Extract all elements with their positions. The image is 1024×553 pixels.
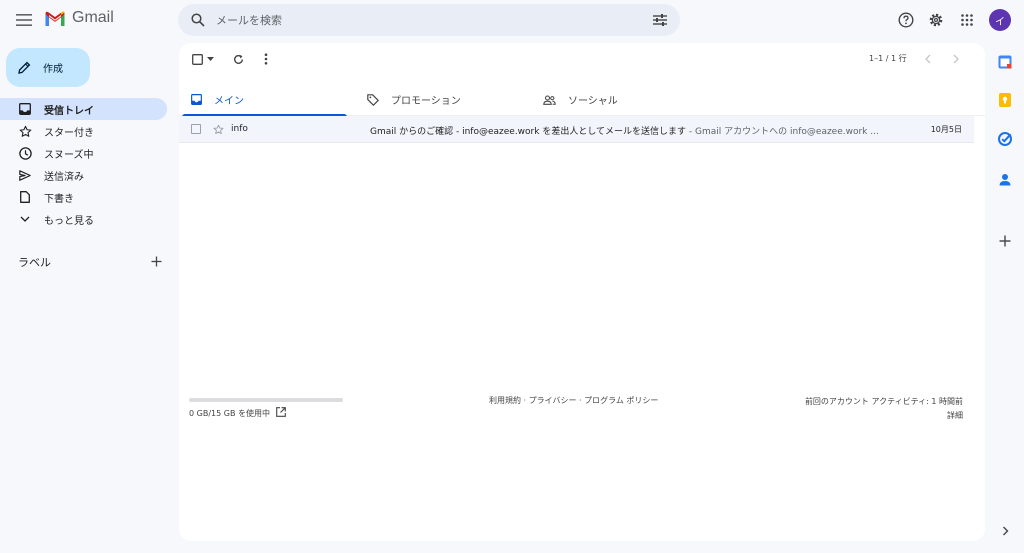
settings-gear-icon[interactable] xyxy=(926,10,946,30)
email-subject: Gmail からのご確認 - info@eazee.work を差出人としてメー… xyxy=(370,127,687,137)
subject-separator: - xyxy=(686,127,696,137)
calendar-icon[interactable] xyxy=(996,53,1014,71)
gmail-m-icon xyxy=(45,10,65,26)
row-checkbox[interactable] xyxy=(191,124,201,134)
sidebar-item-label: もっと見る xyxy=(44,215,94,227)
activity-text: 前回のアカウント アクティビティ: 1 時間前 xyxy=(804,397,963,406)
category-tabs: メイン プロモーション ソーシャル xyxy=(179,83,985,117)
account-avatar[interactable]: イ xyxy=(989,9,1011,31)
older-page-icon[interactable] xyxy=(949,52,963,66)
open-in-new-icon[interactable] xyxy=(276,407,286,419)
draft-icon xyxy=(18,190,32,204)
sidebar-item-label: スヌーズ中 xyxy=(44,149,94,161)
contacts-icon[interactable] xyxy=(996,170,1014,188)
compose-label: 作成 xyxy=(43,64,63,75)
send-icon xyxy=(18,168,32,182)
email-subject-line: Gmail からのご確認 - info@eazee.work を差出人としてメー… xyxy=(370,124,900,137)
tasks-icon[interactable] xyxy=(996,130,1014,148)
labels-section: ラベル xyxy=(18,252,162,271)
footer-links[interactable]: 利用規約 · プライバシー · プログラム ポリシー xyxy=(489,395,658,406)
hamburger-icon xyxy=(16,14,32,26)
sidebar-item-label: 送信済み xyxy=(44,171,84,183)
header: Gmail イ xyxy=(0,0,1024,40)
sidebar-item-inbox[interactable]: 受信トレイ xyxy=(0,98,167,120)
sidebar-item-label: スター付き xyxy=(44,127,94,139)
select-checkbox-dropdown[interactable] xyxy=(191,52,215,66)
tab-label: プロモーション xyxy=(391,96,461,107)
labels-title: ラベル xyxy=(18,255,51,269)
storage-info: 0 GB/15 GB を使用中 xyxy=(189,407,286,419)
search-bar[interactable] xyxy=(178,4,680,36)
app-title: Gmail xyxy=(72,9,114,26)
newer-page-icon[interactable] xyxy=(921,52,935,66)
chevron-down-icon xyxy=(18,212,32,226)
tab-primary[interactable]: メイン xyxy=(179,83,347,117)
pencil-icon xyxy=(18,61,31,74)
sidebar-nav: 受信トレイ スター付き スヌーズ中 送信済み 下書き もっと見る xyxy=(0,98,167,230)
email-snippet: Gmail アカウントへの info@eazee.work ... xyxy=(695,127,879,137)
sidebar-item-sent[interactable]: 送信済み xyxy=(0,164,167,186)
mail-panel: 1–1 / 1 行 メイン プロモーション ソーシャル info Gmail か… xyxy=(179,43,985,541)
email-date: 10月5日 xyxy=(930,125,962,134)
email-sender: info xyxy=(231,124,248,134)
tag-icon xyxy=(367,93,379,106)
add-label-icon[interactable] xyxy=(151,252,162,271)
main-menu-button[interactable] xyxy=(13,10,35,30)
account-activity: 前回のアカウント アクティビティ: 1 時間前 詳細 xyxy=(805,395,963,423)
sidebar-item-starred[interactable]: スター付き xyxy=(0,120,167,142)
tab-label: ソーシャル xyxy=(568,96,618,107)
clock-icon xyxy=(18,146,32,160)
mail-toolbar: 1–1 / 1 行 xyxy=(179,43,985,75)
people-icon xyxy=(543,94,556,105)
apps-grid-icon[interactable] xyxy=(957,10,977,30)
search-icon[interactable] xyxy=(188,10,208,30)
sidebar-item-label: 受信トレイ xyxy=(44,105,94,117)
inbox-icon xyxy=(191,94,202,105)
search-options-icon[interactable] xyxy=(650,10,670,30)
checkbox-icon xyxy=(192,53,203,65)
compose-button[interactable]: 作成 xyxy=(6,48,90,87)
inbox-icon xyxy=(18,102,32,116)
storage-bar xyxy=(189,398,343,402)
sidebar-item-more[interactable]: もっと見る xyxy=(0,208,167,230)
gmail-logo[interactable]: Gmail xyxy=(44,9,114,27)
more-vertical-icon[interactable] xyxy=(259,52,273,66)
star-icon xyxy=(18,124,32,138)
keep-icon[interactable] xyxy=(996,91,1014,109)
sidebar-item-label: 下書き xyxy=(44,193,74,205)
search-input[interactable] xyxy=(216,13,650,27)
add-addon-icon[interactable] xyxy=(996,232,1014,250)
tab-social[interactable]: ソーシャル xyxy=(531,83,699,116)
star-toggle-icon[interactable] xyxy=(211,122,225,136)
sidebar-item-drafts[interactable]: 下書き xyxy=(0,186,167,208)
sidebar-item-snoozed[interactable]: スヌーズ中 xyxy=(0,142,167,164)
tab-label: メイン xyxy=(214,96,244,107)
help-icon[interactable] xyxy=(896,10,916,30)
page-range: 1–1 / 1 行 xyxy=(869,54,907,63)
email-row[interactable]: info Gmail からのご確認 - info@eazee.work を差出人… xyxy=(179,116,974,143)
storage-text: 0 GB/15 GB を使用中 xyxy=(189,408,270,418)
refresh-icon[interactable] xyxy=(231,52,245,66)
activity-details-link[interactable]: 詳細 xyxy=(805,409,963,423)
chevron-right-icon[interactable] xyxy=(996,522,1014,540)
caret-down-icon xyxy=(207,57,214,61)
tab-promotions[interactable]: プロモーション xyxy=(355,83,523,116)
